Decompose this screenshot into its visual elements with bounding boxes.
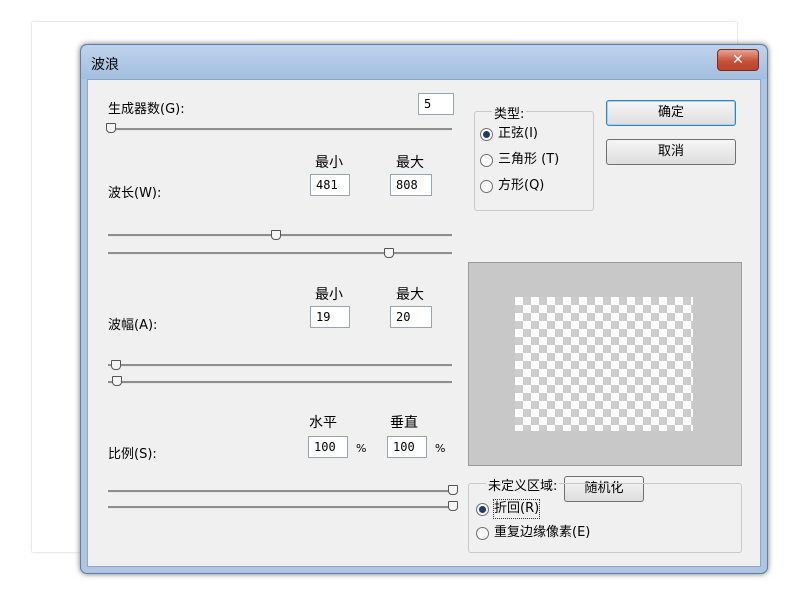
type-sine-option[interactable]: 正弦(I) bbox=[480, 125, 580, 143]
amplitude-max-slider[interactable] bbox=[108, 381, 452, 384]
wavelength-min-heading: 最小 bbox=[315, 155, 343, 171]
close-button[interactable]: ✕ bbox=[717, 49, 759, 71]
title-bar[interactable]: 波浪 ✕ bbox=[81, 45, 767, 79]
scale-horizontal-input[interactable]: 100 bbox=[308, 436, 348, 458]
wavelength-max-input[interactable]: 808 bbox=[390, 174, 432, 196]
amplitude-min-slider-thumb[interactable] bbox=[111, 360, 121, 370]
wavelength-max-heading: 最大 bbox=[396, 155, 424, 171]
radio-triangle[interactable] bbox=[480, 154, 493, 167]
type-sine-label: 正弦(I) bbox=[498, 126, 538, 141]
undefined-wrap-option[interactable]: 折回(R) bbox=[476, 499, 576, 519]
wavelength-min-slider-thumb[interactable] bbox=[271, 230, 281, 240]
scale-horizontal-slider[interactable] bbox=[108, 490, 452, 493]
wavelength-label: 波长(W): bbox=[108, 186, 162, 201]
scale-horizontal-slider-thumb[interactable] bbox=[448, 485, 458, 495]
scale-label: 比例(S): bbox=[108, 447, 157, 462]
radio-repeat-edge-pixels[interactable] bbox=[476, 527, 489, 540]
undefined-repeat-label: 重复边缘像素(E) bbox=[494, 525, 591, 540]
scale-vertical-input[interactable]: 100 bbox=[387, 436, 427, 458]
wavelength-min-input[interactable]: 481 bbox=[310, 174, 350, 196]
ok-button[interactable]: 确定 bbox=[606, 100, 736, 126]
amplitude-min-heading: 最小 bbox=[315, 287, 343, 303]
radio-sine[interactable] bbox=[480, 128, 493, 141]
radio-square[interactable] bbox=[480, 180, 493, 193]
scale-vertical-slider-thumb[interactable] bbox=[448, 501, 458, 511]
amplitude-label: 波幅(A): bbox=[108, 318, 158, 333]
generators-input[interactable]: 5 bbox=[418, 93, 454, 115]
scale-vertical-heading: 垂直 bbox=[390, 415, 418, 431]
transparency-checkerboard bbox=[515, 297, 693, 431]
amplitude-max-slider-thumb[interactable] bbox=[112, 376, 122, 386]
type-triangle-option[interactable]: 三角形 (T) bbox=[480, 151, 584, 169]
dialog-title: 波浪 bbox=[91, 57, 119, 73]
scale-horizontal-unit: % bbox=[356, 442, 367, 455]
type-square-label: 方形(Q) bbox=[498, 178, 545, 193]
scale-vertical-unit: % bbox=[435, 442, 446, 455]
generators-label: 生成器数(G): bbox=[108, 102, 185, 117]
undefined-repeat-option[interactable]: 重复边缘像素(E) bbox=[476, 524, 626, 542]
close-icon: ✕ bbox=[732, 52, 744, 68]
scale-vertical-slider[interactable] bbox=[108, 506, 452, 509]
amplitude-min-slider[interactable] bbox=[108, 364, 452, 367]
amplitude-min-input[interactable]: 19 bbox=[310, 306, 350, 328]
type-legend: 类型: bbox=[492, 103, 527, 122]
dialog-content: 生成器数(G): 5 最小 最大 波长(W): 481 808 最小 最大 波幅… bbox=[87, 79, 761, 567]
type-square-option[interactable]: 方形(Q) bbox=[480, 177, 580, 195]
amplitude-max-input[interactable]: 20 bbox=[390, 306, 432, 328]
undefined-wrap-label: 折回(R) bbox=[492, 499, 541, 519]
preview-area bbox=[468, 262, 742, 466]
generators-slider[interactable] bbox=[108, 128, 452, 131]
cancel-button[interactable]: 取消 bbox=[606, 139, 736, 165]
undefined-area-legend: 未定义区域: bbox=[486, 475, 560, 494]
type-triangle-label: 三角形 (T) bbox=[498, 152, 560, 167]
wave-dialog: 波浪 ✕ 生成器数(G): 5 最小 最大 波长(W): 481 808 最小 … bbox=[80, 44, 768, 574]
amplitude-max-heading: 最大 bbox=[396, 287, 424, 303]
scale-horizontal-heading: 水平 bbox=[309, 415, 337, 431]
wavelength-max-slider-thumb[interactable] bbox=[384, 248, 394, 258]
generators-slider-thumb[interactable] bbox=[106, 123, 116, 133]
wavelength-max-slider[interactable] bbox=[108, 252, 452, 255]
radio-wrap-around[interactable] bbox=[476, 503, 489, 516]
